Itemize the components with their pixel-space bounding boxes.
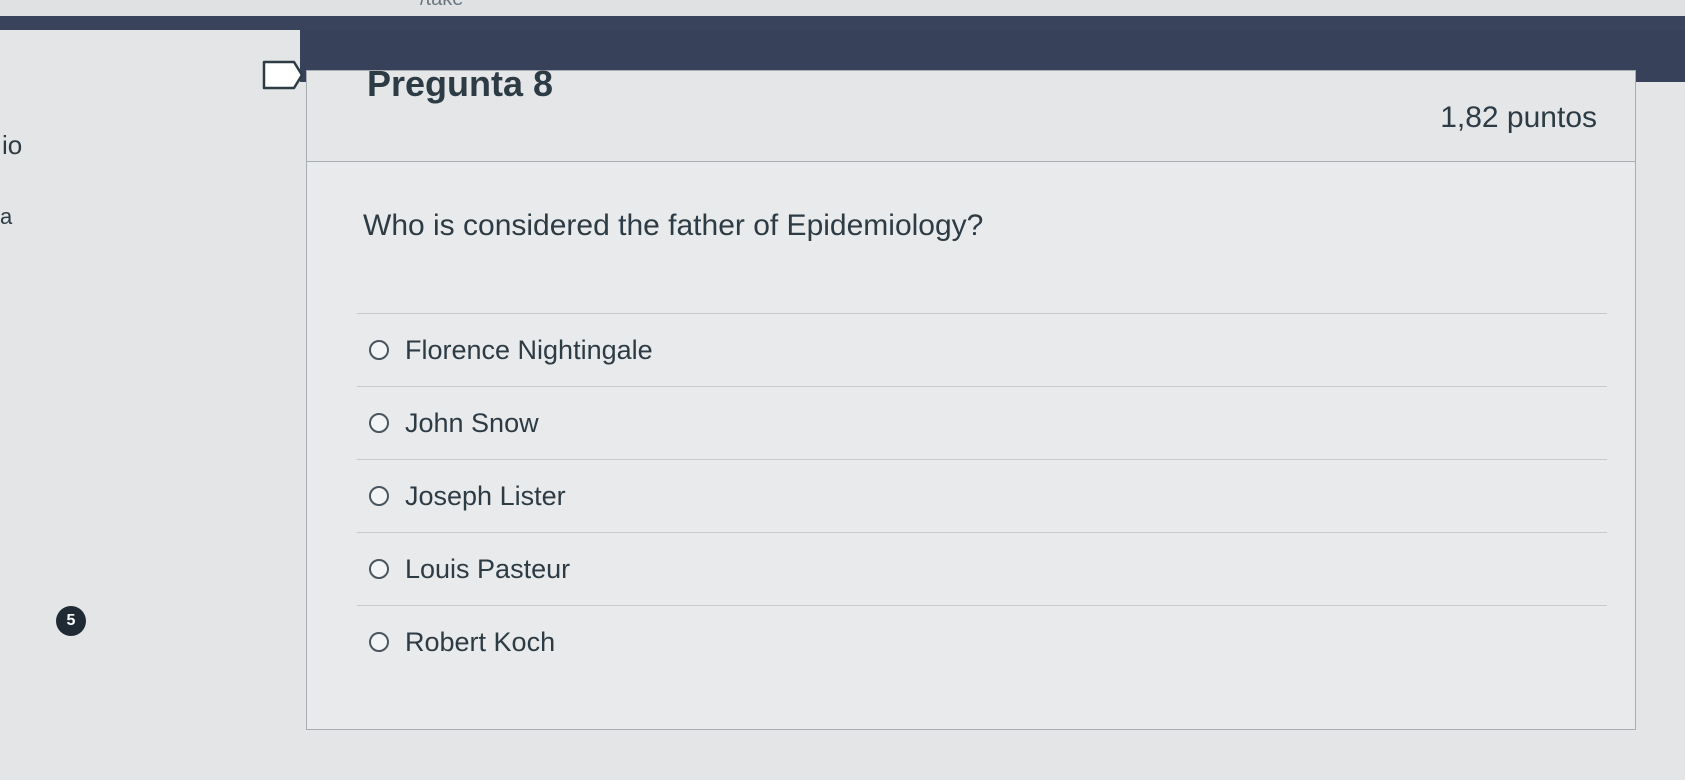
answer-option[interactable]: Louis Pasteur <box>357 532 1607 605</box>
question-card: Pregunta 8 1,82 puntos Who is considered… <box>306 63 1636 730</box>
answer-option[interactable]: John Snow <box>357 386 1607 459</box>
sidebar-text-fragment[interactable]: io <box>2 130 22 161</box>
radio-unchecked-icon[interactable] <box>369 486 389 506</box>
browser-top-strip: /take <box>0 0 1685 16</box>
answer-option[interactable]: Florence Nightingale <box>357 313 1607 386</box>
answer-label[interactable]: John Snow <box>405 408 539 439</box>
radio-unchecked-icon[interactable] <box>369 413 389 433</box>
count-badge: 5 <box>56 606 86 636</box>
question-text: Who is considered the father of Epidemio… <box>363 209 984 242</box>
top-nav-bar <box>0 16 1685 30</box>
answer-option[interactable]: Joseph Lister <box>357 459 1607 532</box>
radio-unchecked-icon[interactable] <box>369 559 389 579</box>
question-points: 1,82 puntos <box>1440 101 1597 134</box>
radio-unchecked-icon[interactable] <box>369 632 389 652</box>
radio-unchecked-icon[interactable] <box>369 340 389 360</box>
answer-option[interactable]: Robert Koch <box>357 605 1607 678</box>
flag-question-icon[interactable] <box>262 60 304 95</box>
answer-label[interactable]: Joseph Lister <box>405 481 566 512</box>
sidebar-text-fragment[interactable]: a <box>0 204 12 230</box>
answer-list: Florence Nightingale John Snow Joseph Li… <box>357 313 1607 678</box>
question-title: Pregunta 8 <box>367 63 554 104</box>
answer-label[interactable]: Florence Nightingale <box>405 335 653 366</box>
answer-label[interactable]: Louis Pasteur <box>405 554 570 585</box>
url-fragment: /take <box>420 0 463 11</box>
answer-label[interactable]: Robert Koch <box>405 627 555 658</box>
question-header: Pregunta 8 1,82 puntos <box>307 63 1635 162</box>
